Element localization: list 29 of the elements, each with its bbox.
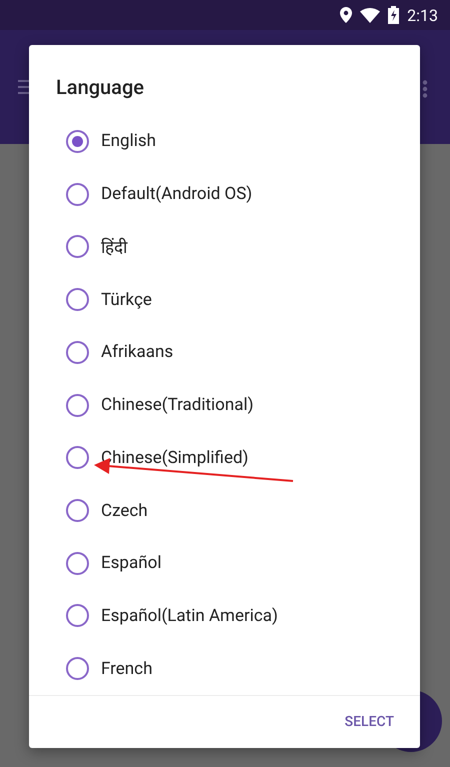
language-option[interactable]: French (29, 642, 420, 695)
radio-button[interactable] (66, 657, 89, 680)
status-time: 2:13 (407, 6, 438, 24)
language-option[interactable]: Español (29, 536, 420, 590)
language-option[interactable]: Chinese(Traditional) (29, 378, 420, 432)
dialog-title: Language (56, 75, 146, 99)
radio-button[interactable] (66, 130, 89, 153)
radio-button[interactable] (66, 182, 89, 206)
language-option[interactable]: Default(Android OS) (29, 168, 420, 220)
wifi-icon (360, 8, 380, 22)
location-icon (340, 7, 352, 23)
language-option[interactable]: Español(Latin America) (29, 590, 420, 642)
language-option[interactable]: Türkçe (29, 273, 420, 326)
radio-button[interactable] (66, 235, 89, 258)
select-button[interactable]: SELECT (344, 708, 394, 736)
more-icon[interactable] (421, 80, 429, 98)
battery-charging-icon (388, 6, 400, 24)
radio-button[interactable] (66, 446, 89, 470)
radio-button[interactable] (66, 288, 89, 312)
radio-button[interactable] (66, 552, 89, 575)
language-option[interactable]: हिंदी (29, 220, 420, 274)
radio-button[interactable] (66, 394, 89, 417)
language-option[interactable]: English (29, 115, 420, 168)
radio-button[interactable] (66, 499, 89, 522)
language-option[interactable]: Czech (29, 484, 420, 537)
language-option[interactable]: Chinese(Simplified) (29, 431, 420, 484)
radio-button[interactable] (66, 604, 89, 628)
radio-button[interactable] (66, 340, 89, 364)
language-option[interactable]: Afrikaans (29, 326, 420, 379)
